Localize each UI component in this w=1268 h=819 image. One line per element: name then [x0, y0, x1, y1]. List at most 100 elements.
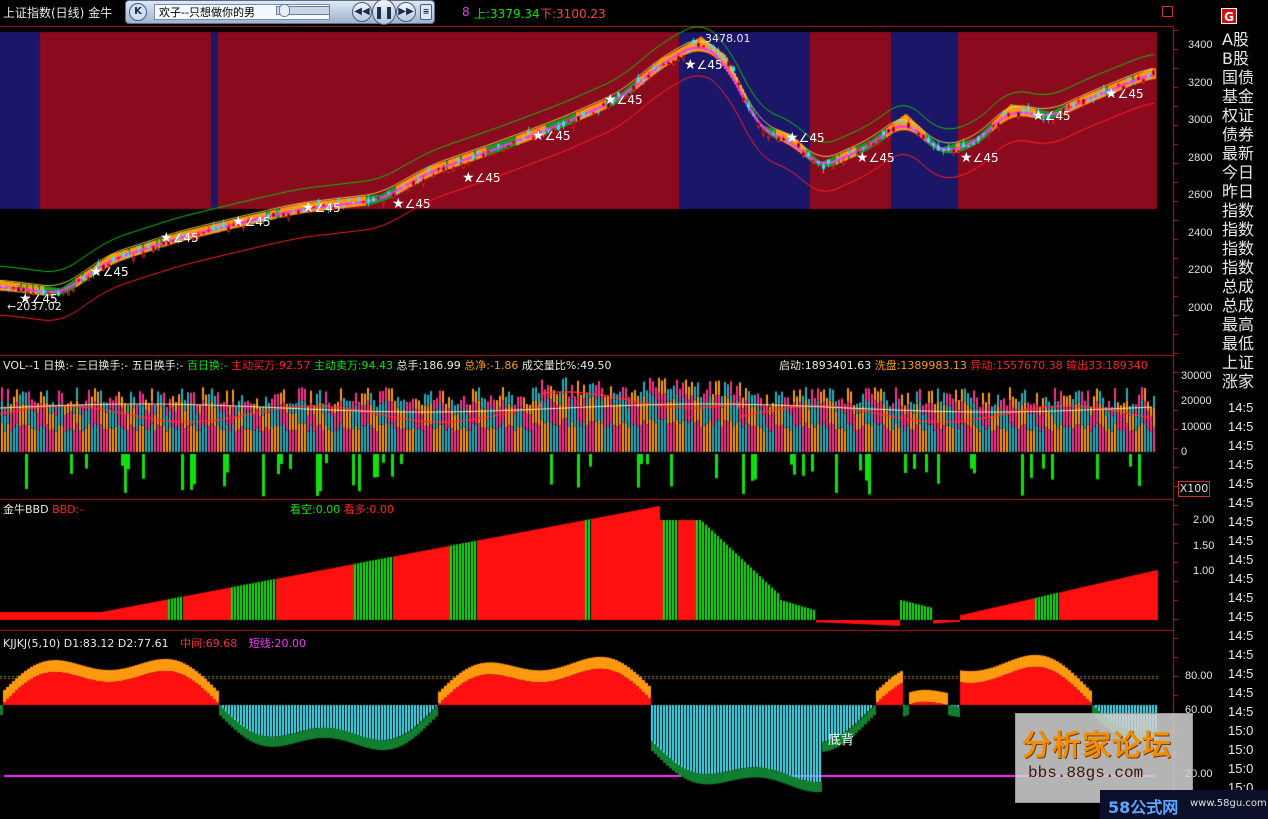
star-icon: ★: [1105, 86, 1118, 102]
star-angle-label: ★∠45: [302, 200, 341, 216]
star-icon: ★: [392, 196, 405, 212]
unit-button[interactable]: X100: [1178, 481, 1210, 497]
angle-text: ∠45: [696, 58, 723, 72]
star-icon: ★: [232, 214, 245, 230]
maximize-icon[interactable]: [1162, 6, 1173, 17]
angle-text: ∠45: [1117, 87, 1144, 101]
formula-name[interactable]: 金牛: [88, 6, 112, 20]
bbd-header-right: 看空:0.00 看多:0.00: [290, 501, 394, 517]
price-tick: 2600: [1188, 189, 1213, 202]
rewind-icon[interactable]: ◀◀: [352, 2, 372, 22]
player-logo-icon[interactable]: K: [129, 3, 147, 21]
vol-active-sell: 主动卖万:94.43: [313, 359, 394, 372]
kj-mid: 中间:69.68: [180, 637, 238, 650]
time-item: 14:5: [1228, 685, 1254, 700]
quote-item[interactable]: 总成: [1222, 296, 1254, 315]
quote-item[interactable]: 指数: [1222, 220, 1254, 239]
time-item: 14:5: [1228, 419, 1254, 434]
time-item: 15:0: [1228, 761, 1254, 776]
forward-icon[interactable]: ▶▶: [396, 2, 416, 22]
quote-item[interactable]: 今日: [1222, 163, 1254, 182]
star-angle-label: ★∠45: [392, 196, 431, 212]
price-tick: 2200: [1188, 264, 1213, 277]
angle-text: ∠45: [798, 131, 825, 145]
star-icon: ★: [160, 230, 173, 246]
quote-item[interactable]: 总成: [1222, 277, 1254, 296]
quote-item[interactable]: 最新: [1222, 144, 1254, 163]
kj-name[interactable]: KJJKJ(5,10): [3, 637, 60, 650]
star-icon: ★: [1032, 108, 1045, 124]
vol-active-buy: 主动买万:92.57: [231, 359, 311, 372]
quote-item[interactable]: 国债: [1222, 68, 1254, 87]
logo-name: 58公式网: [1108, 798, 1179, 817]
time-item: 14:5: [1228, 552, 1254, 567]
vol-tick: 20000: [1181, 395, 1212, 407]
quote-item[interactable]: 债券: [1222, 125, 1254, 144]
time-item: 14:5: [1228, 647, 1254, 662]
index-title: 上证指数(日线): [3, 6, 85, 20]
star-angle-label: ★∠45: [1032, 108, 1071, 124]
quote-item[interactable]: A股: [1222, 30, 1249, 49]
star-angle-label: ★∠45: [856, 150, 895, 166]
volume-knob[interactable]: [279, 4, 290, 17]
star-angle-label: ★∠45: [532, 128, 571, 144]
time-item: 14:5: [1228, 457, 1254, 472]
quote-item[interactable]: 指数: [1222, 201, 1254, 220]
star-angle-label: ★∠45: [1105, 86, 1144, 102]
chart-title: 上证指数(日线) 金牛: [3, 4, 112, 21]
time-item: 14:5: [1228, 476, 1254, 491]
vol-header: VOL--1 日换:- 三日换手:- 五日换手:- 百日换:- 主动买万:92.…: [3, 357, 612, 373]
star-icon: ★: [532, 128, 545, 144]
time-item: 14:5: [1228, 533, 1254, 548]
menu-icon[interactable]: ≡: [420, 4, 432, 20]
main-chart-canvas[interactable]: [0, 0, 1268, 819]
quote-item[interactable]: 最低: [1222, 334, 1254, 353]
vol-wash: 洗盘:1389983.13: [874, 359, 967, 372]
vol-hundred-day: 百日换:-: [186, 359, 228, 372]
vol-abnormal: 异动:1557670.38: [970, 359, 1063, 372]
star-angle-label: ★∠45: [90, 264, 129, 280]
time-item: 15:0: [1228, 742, 1254, 757]
pause-icon[interactable]: ❚❚: [372, 0, 396, 25]
time-item: 14:5: [1228, 514, 1254, 529]
time-item: 14:5: [1228, 400, 1254, 415]
price-tick: 3000: [1188, 114, 1213, 127]
quote-item[interactable]: 指数: [1222, 258, 1254, 277]
quote-item[interactable]: B股: [1222, 49, 1249, 68]
kj-header: KJJKJ(5,10) D1:83.12 D2:77.61 中间:69.68 短…: [3, 635, 306, 651]
star-icon: ★: [462, 170, 475, 186]
time-item: 14:5: [1228, 704, 1254, 719]
time-item: 14:5: [1228, 609, 1254, 624]
angle-text: ∠45: [314, 201, 341, 215]
vol-ratio: 成交量比%:49.50: [521, 359, 612, 372]
volume-slider[interactable]: [276, 4, 330, 17]
angle-text: ∠45: [544, 129, 571, 143]
star-icon: ★: [19, 291, 32, 307]
quote-item[interactable]: 指数: [1222, 239, 1254, 258]
star-icon: ★: [856, 150, 869, 166]
g-icon[interactable]: G: [1221, 8, 1237, 24]
watermark-title: 分析家论坛: [1022, 728, 1173, 762]
vol-name[interactable]: VOL--1: [3, 359, 40, 372]
kj-d2: D2:77.61: [117, 637, 169, 650]
price-tick: 2400: [1188, 226, 1213, 239]
star-angle-label: ★∠45: [462, 170, 501, 186]
quote-item[interactable]: 涨家: [1222, 372, 1254, 391]
vol-day: 日换:-: [43, 359, 74, 372]
quote-item[interactable]: 基金: [1222, 87, 1254, 106]
quote-item[interactable]: 上证: [1222, 353, 1254, 372]
price-tick: 2800: [1188, 151, 1213, 164]
vol-start: 启动:1893401.63: [779, 359, 872, 372]
quote-item[interactable]: 最高: [1222, 315, 1254, 334]
vol-tick: 0: [1181, 446, 1188, 458]
bbd-value: BBD:-: [52, 503, 84, 516]
star-angle-label: ★∠45: [960, 150, 999, 166]
bbd-tick: 1.50: [1193, 540, 1215, 552]
time-item: 14:5: [1228, 666, 1254, 681]
quote-item[interactable]: 权证: [1222, 106, 1254, 125]
bbd-name[interactable]: 金牛BBD: [3, 503, 49, 516]
lower-label: 下:3100.23: [540, 7, 606, 21]
star-angle-label: ★∠45: [232, 214, 271, 230]
music-player[interactable]: K 欢子--只想做你的男 ◀◀ ❚❚ ▶▶ ≡: [125, 0, 435, 25]
quote-item[interactable]: 昨日: [1222, 182, 1254, 201]
